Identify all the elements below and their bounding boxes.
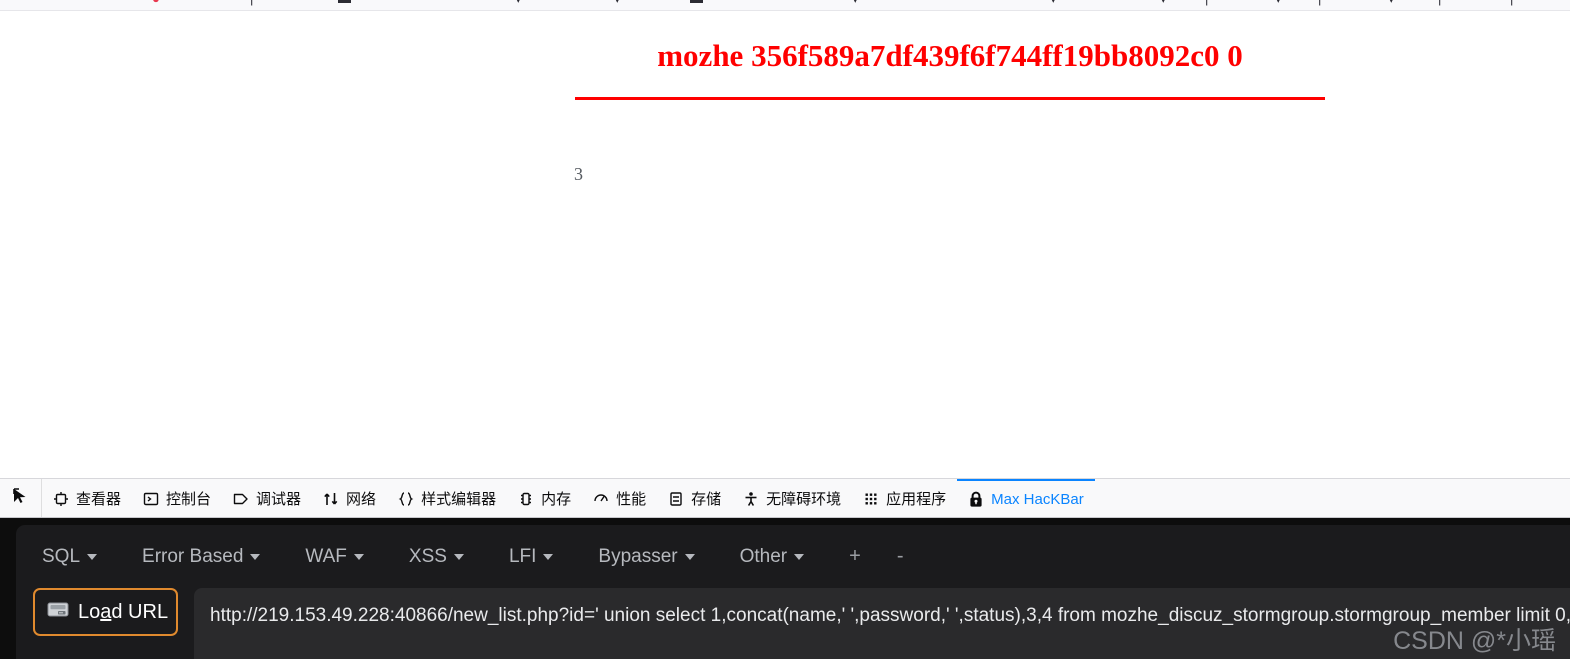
- tab-storage-label: 存储: [691, 490, 722, 508]
- tab-debugger[interactable]: 调试器: [222, 479, 312, 517]
- element-picker-button[interactable]: [0, 479, 42, 517]
- application-icon: [863, 491, 879, 507]
- toolbar-strip-item[interactable]: ▾: [515, 0, 522, 7]
- accessibility-icon: [743, 491, 759, 507]
- console-icon: [143, 491, 159, 507]
- style-editor-icon: [398, 491, 414, 507]
- tab-console[interactable]: 控制台: [132, 479, 222, 517]
- toolbar-strip-item[interactable]: ▾: [1388, 0, 1395, 7]
- tab-inspector-label: 查看器: [76, 490, 122, 508]
- storage-icon: [668, 491, 684, 507]
- tab-accessibility-label: 无障碍环境: [766, 490, 842, 508]
- hackbar-panel: SQL Error Based WAF XSS LFI Bypasser Oth…: [0, 518, 1570, 659]
- padlock-icon: [968, 491, 984, 508]
- hackbar-button-column: Load URL: [16, 588, 178, 659]
- tab-storage[interactable]: 存储: [657, 479, 732, 517]
- memory-icon: [518, 491, 534, 507]
- menu-xss-label: XSS: [408, 545, 447, 567]
- page-value: 3: [574, 164, 583, 184]
- hackbar-url-row: Load URL http://219.153.49.228:40866/new…: [16, 588, 1570, 659]
- tab-memory-label: 内存: [541, 490, 572, 508]
- toolbar-strip-item[interactable]: |: [1438, 0, 1441, 6]
- hackbar-inner: SQL Error Based WAF XSS LFI Bypasser Oth…: [16, 525, 1570, 659]
- hackbar-menubar: SQL Error Based WAF XSS LFI Bypasser Oth…: [16, 525, 1570, 588]
- tab-performance-label: 性能: [616, 490, 647, 508]
- inspector-icon: [53, 491, 69, 507]
- menu-lfi[interactable]: LFI: [508, 545, 554, 568]
- chevron-down-icon: [87, 553, 98, 560]
- browser-toolbar-strip: ● | ▬ ▾ ▾ ▬ ▾ ▾ ▾ | ▾ | ▾ | |: [0, 0, 1570, 11]
- disk-drive-icon: [47, 600, 69, 625]
- tab-max-hackbar-label: Max HacKBar: [991, 490, 1084, 508]
- load-url-accel: a: [100, 600, 112, 623]
- devtools-tab-list: 查看器 控制台 调试器 网络 样式编辑器 内存 性能 存储 无障碍环境 应用程序…: [42, 479, 1095, 517]
- menu-waf-label: WAF: [305, 545, 347, 567]
- menu-error-based-label: Error Based: [142, 545, 244, 567]
- menu-xss[interactable]: XSS: [409, 546, 464, 568]
- toolbar-strip-item[interactable]: ▾: [852, 0, 859, 7]
- tab-debugger-label: 调试器: [256, 490, 302, 508]
- url-input[interactable]: http://219.153.49.228:40866/new_list.php…: [194, 588, 1570, 659]
- toolbar-strip-item[interactable]: |: [1510, 0, 1513, 6]
- tab-inspector[interactable]: 查看器: [42, 479, 132, 517]
- chevron-down-icon: [453, 553, 464, 560]
- menu-other-label: Other: [739, 545, 788, 567]
- toolbar-strip-item[interactable]: |: [250, 0, 253, 6]
- toolbar-strip-item[interactable]: |: [1205, 0, 1208, 6]
- chevron-down-icon: [250, 553, 261, 560]
- tab-application[interactable]: 应用程序: [852, 479, 957, 517]
- toolbar-strip-item[interactable]: ▾: [1050, 0, 1057, 7]
- title-divider: [575, 97, 1325, 100]
- chevron-down-icon: [543, 553, 554, 560]
- page-content-area: mozhe 356f589a7df439f6f744ff19bb8092c0 0…: [0, 12, 1570, 478]
- toolbar-strip-item[interactable]: ▾: [1275, 0, 1282, 7]
- tab-max-hackbar[interactable]: Max HacKBar: [957, 479, 1095, 517]
- tab-network-label: 网络: [346, 490, 377, 508]
- toolbar-strip-item[interactable]: ●: [152, 0, 160, 6]
- element-picker-icon: [12, 487, 30, 510]
- toolbar-strip-item[interactable]: ▾: [1160, 0, 1167, 7]
- toolbar-strip-item[interactable]: ▾: [614, 0, 621, 7]
- toolbar-strip-item[interactable]: ▬: [690, 0, 703, 6]
- menu-error-based[interactable]: Error Based: [142, 545, 261, 568]
- devtools-toolbar: 查看器 控制台 调试器 网络 样式编辑器 内存 性能 存储 无障碍环境 应用程序…: [0, 478, 1570, 518]
- menu-bypasser-label: Bypasser: [598, 545, 678, 567]
- load-url-label: Load URL: [78, 600, 169, 623]
- chevron-down-icon: [794, 553, 805, 560]
- tab-memory[interactable]: 内存: [507, 479, 582, 517]
- load-url-button[interactable]: Load URL: [33, 588, 178, 636]
- menu-sql[interactable]: SQL: [42, 545, 98, 568]
- menu-waf[interactable]: WAF: [305, 546, 364, 568]
- toolbar-strip-item[interactable]: ▬: [338, 0, 351, 6]
- menu-bypasser[interactable]: Bypasser: [598, 545, 695, 568]
- tab-application-label: 应用程序: [886, 490, 947, 508]
- tab-style-editor[interactable]: 样式编辑器: [387, 479, 507, 517]
- toolbar-strip-item[interactable]: |: [1318, 0, 1321, 6]
- remove-tab-button[interactable]: -: [897, 545, 904, 568]
- tab-network[interactable]: 网络: [312, 479, 387, 517]
- chevron-down-icon: [353, 553, 364, 560]
- add-tab-button[interactable]: +: [849, 545, 861, 568]
- tab-style-editor-label: 样式编辑器: [421, 490, 497, 508]
- menu-sql-label: SQL: [42, 545, 81, 567]
- menu-lfi-label: LFI: [508, 545, 537, 567]
- page-title: mozhe 356f589a7df439f6f744ff19bb8092c0 0: [657, 38, 1243, 73]
- debugger-icon: [233, 491, 249, 507]
- chevron-down-icon: [684, 553, 695, 560]
- tab-console-label: 控制台: [166, 490, 212, 508]
- performance-icon: [593, 491, 609, 507]
- tab-accessibility[interactable]: 无障碍环境: [732, 479, 852, 517]
- network-icon: [323, 491, 339, 507]
- menu-other[interactable]: Other: [740, 546, 805, 568]
- tab-performance[interactable]: 性能: [582, 479, 657, 517]
